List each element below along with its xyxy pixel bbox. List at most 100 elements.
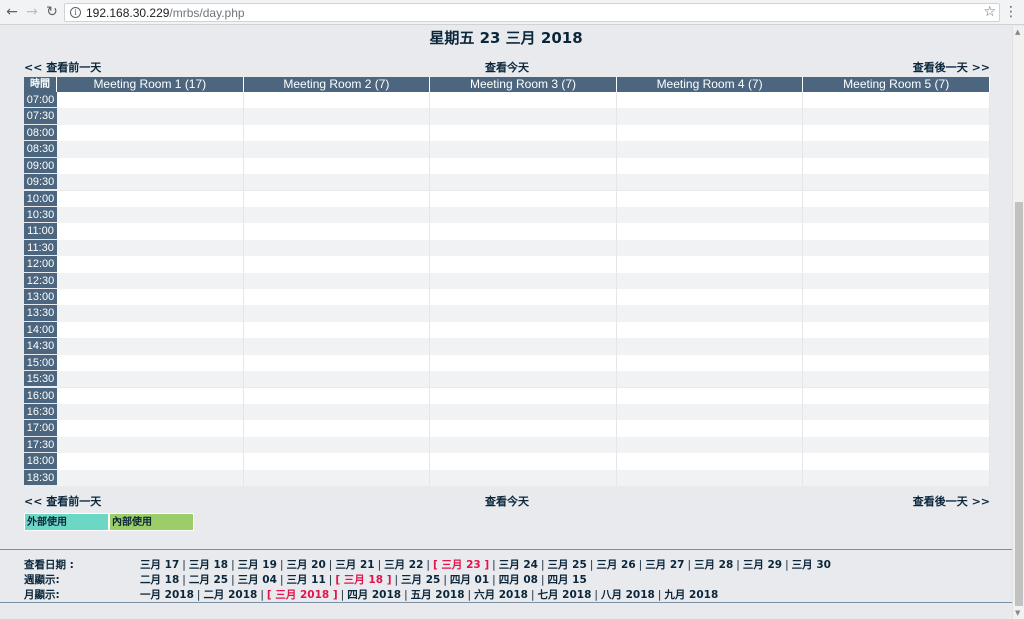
booking-cell[interactable] bbox=[616, 239, 804, 257]
goto-date-link[interactable]: 三月 17 bbox=[140, 559, 179, 571]
time-slot-label[interactable]: 12:30 bbox=[24, 272, 57, 289]
next-day-link[interactable]: 查看後一天 >> bbox=[913, 493, 990, 509]
booking-cell[interactable] bbox=[57, 420, 244, 437]
booking-cell[interactable] bbox=[430, 272, 617, 289]
booking-cell[interactable] bbox=[57, 371, 244, 388]
booking-cell[interactable] bbox=[243, 420, 431, 437]
booking-cell[interactable] bbox=[57, 92, 244, 109]
week-link[interactable]: 三月 25 bbox=[401, 574, 440, 586]
goto-date-link[interactable]: 三月 26 bbox=[596, 559, 635, 571]
today-link[interactable]: 查看今天 bbox=[24, 59, 990, 75]
booking-cell[interactable] bbox=[243, 239, 431, 257]
booking-cell[interactable] bbox=[803, 469, 990, 486]
booking-cell[interactable] bbox=[243, 403, 431, 421]
week-link[interactable]: 二月 18 bbox=[140, 574, 179, 586]
time-slot-label[interactable]: 09:30 bbox=[24, 174, 57, 191]
booking-cell[interactable] bbox=[57, 403, 244, 421]
booking-cell[interactable] bbox=[803, 239, 990, 257]
time-slot-label[interactable]: 15:00 bbox=[24, 354, 57, 372]
booking-cell[interactable] bbox=[430, 108, 617, 125]
booking-cell[interactable] bbox=[430, 420, 617, 437]
booking-cell[interactable] bbox=[243, 92, 431, 109]
booking-cell[interactable] bbox=[616, 206, 804, 224]
time-slot-label[interactable]: 17:30 bbox=[24, 436, 57, 454]
booking-cell[interactable] bbox=[57, 387, 244, 404]
booking-cell[interactable] bbox=[430, 371, 617, 388]
time-slot-label[interactable]: 11:00 bbox=[24, 223, 57, 240]
time-slot-label[interactable]: 10:30 bbox=[24, 206, 57, 224]
booking-cell[interactable] bbox=[243, 387, 431, 404]
forward-arrow-icon[interactable]: → bbox=[24, 4, 40, 20]
booking-cell[interactable] bbox=[243, 469, 431, 486]
booking-cell[interactable] bbox=[430, 206, 617, 224]
month-link[interactable]: 六月 2018 bbox=[474, 589, 528, 601]
booking-cell[interactable] bbox=[243, 141, 431, 158]
booking-cell[interactable] bbox=[803, 289, 990, 306]
month-link[interactable]: 五月 2018 bbox=[411, 589, 465, 601]
booking-cell[interactable] bbox=[430, 157, 617, 175]
time-slot-label[interactable]: 14:00 bbox=[24, 321, 57, 339]
week-link[interactable]: 三月 04 bbox=[238, 574, 277, 586]
month-link[interactable]: 九月 2018 bbox=[664, 589, 718, 601]
room-header-4[interactable]: Meeting Room 4 (7) bbox=[616, 77, 804, 92]
booking-cell[interactable] bbox=[430, 256, 617, 273]
booking-cell[interactable] bbox=[803, 420, 990, 437]
booking-cell[interactable] bbox=[803, 108, 990, 125]
month-link[interactable]: 一月 2018 bbox=[140, 589, 194, 601]
booking-cell[interactable] bbox=[243, 223, 431, 240]
booking-cell[interactable] bbox=[616, 338, 804, 355]
time-slot-label[interactable]: 18:00 bbox=[24, 453, 57, 470]
booking-cell[interactable] bbox=[616, 124, 804, 142]
week-link[interactable]: 四月 15 bbox=[548, 574, 587, 586]
time-slot-label[interactable]: 08:30 bbox=[24, 141, 57, 158]
booking-cell[interactable] bbox=[616, 223, 804, 240]
booking-cell[interactable] bbox=[57, 289, 244, 306]
time-slot-label[interactable]: 07:30 bbox=[24, 108, 57, 125]
booking-cell[interactable] bbox=[57, 453, 244, 470]
booking-cell[interactable] bbox=[803, 436, 990, 454]
booking-cell[interactable] bbox=[803, 354, 990, 372]
info-icon[interactable]: i bbox=[70, 7, 81, 18]
scrollbar-thumb[interactable] bbox=[1015, 202, 1023, 606]
booking-cell[interactable] bbox=[803, 453, 990, 470]
booking-cell[interactable] bbox=[616, 289, 804, 306]
room-header-1[interactable]: Meeting Room 1 (17) bbox=[57, 77, 244, 92]
booking-cell[interactable] bbox=[243, 321, 431, 339]
room-header-3[interactable]: Meeting Room 3 (7) bbox=[430, 77, 617, 92]
room-header-2[interactable]: Meeting Room 2 (7) bbox=[243, 77, 431, 92]
booking-cell[interactable] bbox=[616, 256, 804, 273]
booking-cell[interactable] bbox=[243, 436, 431, 454]
booking-cell[interactable] bbox=[803, 403, 990, 421]
week-link[interactable]: 四月 08 bbox=[499, 574, 538, 586]
booking-cell[interactable] bbox=[430, 124, 617, 142]
booking-cell[interactable] bbox=[616, 403, 804, 421]
booking-cell[interactable] bbox=[57, 305, 244, 322]
browser-menu-icon[interactable]: ⋮ bbox=[1004, 4, 1018, 20]
goto-date-link[interactable]: 三月 30 bbox=[792, 559, 831, 571]
booking-cell[interactable] bbox=[430, 453, 617, 470]
booking-cell[interactable] bbox=[616, 305, 804, 322]
booking-cell[interactable] bbox=[243, 305, 431, 322]
time-slot-label[interactable]: 08:00 bbox=[24, 124, 57, 142]
goto-date-link[interactable]: 三月 28 bbox=[694, 559, 733, 571]
scroll-up-icon[interactable]: ▲ bbox=[1015, 28, 1020, 36]
time-slot-label[interactable]: 12:00 bbox=[24, 256, 57, 273]
booking-cell[interactable] bbox=[616, 190, 804, 207]
time-slot-label[interactable]: 11:30 bbox=[24, 239, 57, 257]
booking-cell[interactable] bbox=[616, 272, 804, 289]
bookmark-star-icon[interactable]: ☆ bbox=[983, 4, 996, 20]
time-slot-label[interactable]: 07:00 bbox=[24, 92, 57, 109]
booking-cell[interactable] bbox=[243, 174, 431, 191]
time-slot-label[interactable]: 15:30 bbox=[24, 371, 57, 388]
goto-date-link[interactable]: 三月 27 bbox=[645, 559, 684, 571]
booking-cell[interactable] bbox=[616, 387, 804, 404]
booking-cell[interactable] bbox=[430, 387, 617, 404]
booking-cell[interactable] bbox=[430, 321, 617, 339]
booking-cell[interactable] bbox=[243, 108, 431, 125]
time-slot-label[interactable]: 14:30 bbox=[24, 338, 57, 355]
week-link[interactable]: 二月 25 bbox=[189, 574, 228, 586]
booking-cell[interactable] bbox=[803, 321, 990, 339]
booking-cell[interactable] bbox=[803, 223, 990, 240]
booking-cell[interactable] bbox=[803, 92, 990, 109]
goto-date-link[interactable]: 三月 18 bbox=[189, 559, 228, 571]
